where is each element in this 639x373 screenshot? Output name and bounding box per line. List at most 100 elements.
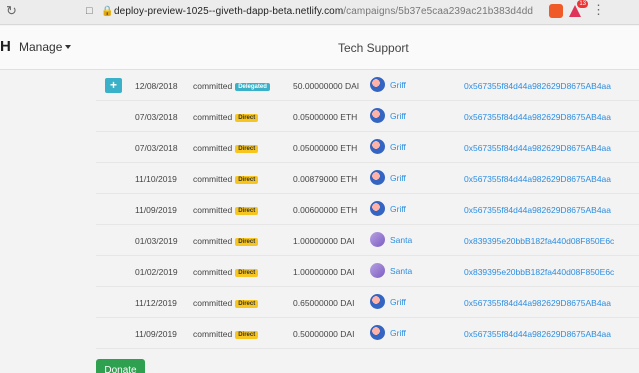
brave-shield-icon[interactable] — [549, 4, 563, 18]
donor-name: Griff — [390, 203, 406, 214]
avatar — [370, 139, 385, 154]
donor-address-link[interactable]: 0x567355f84d44a982629D8675AB4aa — [464, 81, 611, 91]
donation-type-badge: Direct — [235, 269, 259, 277]
table-row: 11/09/2019 committed Direct 0.50000000 DAI G… — [96, 318, 639, 349]
donation-type-badge: Direct — [235, 176, 259, 184]
donation-status: committed Direct — [193, 174, 259, 184]
donor-user[interactable]: Santa — [370, 232, 412, 247]
avatar — [370, 201, 385, 216]
donor-address-link[interactable]: 0x567355f84d44a982629D8675AB4aa — [464, 143, 611, 153]
avatar — [370, 232, 385, 247]
donor-address-link[interactable]: 0x567355f84d44a982629D8675AB4aa — [464, 298, 611, 308]
status-text: committed — [193, 81, 233, 91]
donation-type-badge: Direct — [235, 300, 259, 308]
table-row: +12/08/2018 committed Delegated 50.00000000… — [96, 70, 639, 101]
donation-amount: 0.00600000 ETH — [293, 205, 358, 215]
avatar — [370, 77, 385, 92]
donations-table: +12/08/2018 committed Delegated 50.00000000… — [96, 70, 639, 349]
donation-status: committed Direct — [193, 112, 259, 122]
url-host: deploy-preview-1025--giveth-dapp-beta.ne… — [114, 6, 344, 17]
donation-amount: 0.05000000 ETH — [293, 143, 358, 153]
donation-amount: 0.65000000 DAI — [293, 298, 355, 308]
extension-icon[interactable]: 13 — [568, 0, 588, 18]
donor-user[interactable]: Griff — [370, 325, 406, 340]
donation-date: 07/03/2018 — [135, 112, 178, 122]
donor-user[interactable]: Santa — [370, 263, 412, 278]
donation-type-badge: Direct — [235, 145, 259, 153]
bookmark-icon[interactable]: □ — [86, 5, 93, 17]
donor-address-link[interactable]: 0x567355f84d44a982629D8675AB4aa — [464, 205, 611, 215]
donation-date: 12/08/2018 — [135, 81, 178, 91]
donor-name: Santa — [390, 234, 413, 245]
donation-amount: 1.00000000 DAI — [293, 267, 355, 277]
donation-status: committed Direct — [193, 267, 259, 277]
donation-date: 11/10/2019 — [135, 174, 177, 184]
donor-name: Griff — [390, 110, 406, 121]
donor-user[interactable]: Griff — [370, 170, 406, 185]
avatar — [370, 294, 385, 309]
donation-amount: 0.00879000 ETH — [293, 174, 358, 184]
url-path: /campaigns/5b37e5caa239ac21b383d4dd — [343, 6, 534, 17]
donation-date: 11/12/2019 — [135, 298, 177, 308]
donation-type-badge: Delegated — [235, 83, 270, 91]
manage-label: Manage — [19, 40, 63, 54]
donor-name: Griff — [390, 327, 406, 338]
donor-address-link[interactable]: 0x839395e20bbB182fa440d08F850E6c — [464, 236, 614, 246]
donate-button[interactable]: Donate — [96, 359, 145, 373]
donor-name: Santa — [390, 265, 413, 276]
donation-type-badge: Direct — [235, 207, 259, 215]
avatar — [370, 263, 385, 278]
brand-logo[interactable]: H — [0, 38, 11, 55]
manage-dropdown[interactable]: Manage — [19, 40, 72, 54]
donation-date: 01/02/2019 — [135, 267, 178, 277]
donation-status: committed Direct — [193, 298, 259, 308]
donor-user[interactable]: Griff — [370, 294, 406, 309]
status-text: committed — [193, 205, 233, 215]
donation-status: committed Delegated — [193, 81, 270, 91]
table-row: 01/03/2019 committed Direct 1.00000000 DAI S… — [96, 225, 639, 256]
donor-name: Griff — [390, 141, 406, 152]
donor-user[interactable]: Griff — [370, 108, 406, 123]
status-text: committed — [193, 298, 233, 308]
donation-amount: 50.00000000 DAI — [293, 81, 360, 91]
donation-date: 01/03/2019 — [135, 236, 178, 246]
table-row: 07/03/2018 committed Direct 0.05000000 ETH G… — [96, 101, 639, 132]
donor-address-link[interactable]: 0x567355f84d44a982629D8675AB4aa — [464, 174, 611, 184]
avatar — [370, 170, 385, 185]
donor-name: Griff — [390, 172, 406, 183]
donation-status: committed Direct — [193, 329, 259, 339]
donation-amount: 0.50000000 DAI — [293, 329, 355, 339]
table-row: 01/02/2019 committed Direct 1.00000000 DAI S… — [96, 256, 639, 287]
status-text: committed — [193, 267, 233, 277]
donation-status: committed Direct — [193, 205, 259, 215]
expand-row-button[interactable]: + — [105, 78, 122, 93]
donation-status: committed Direct — [193, 236, 259, 246]
donor-user[interactable]: Griff — [370, 201, 406, 216]
donor-address-link[interactable]: 0x567355f84d44a982629D8675AB4aa — [464, 112, 611, 122]
table-row: 07/03/2018 committed Direct 0.05000000 ETH G… — [96, 132, 639, 163]
donor-address-link[interactable]: 0x839395e20bbB182fa440d08F850E6c — [464, 267, 614, 277]
donor-address-link[interactable]: 0x567355f84d44a982629D8675AB4aa — [464, 329, 611, 339]
donation-date: 11/09/2019 — [135, 329, 177, 339]
status-text: committed — [193, 236, 233, 246]
donor-user[interactable]: Griff — [370, 139, 406, 154]
donation-type-badge: Direct — [235, 238, 259, 246]
donation-type-badge: Direct — [235, 114, 259, 122]
donor-name: Griff — [390, 296, 406, 307]
status-text: committed — [193, 174, 233, 184]
table-row: 11/10/2019 committed Direct 0.00879000 ETH G… — [96, 163, 639, 194]
donation-amount: 1.00000000 DAI — [293, 236, 355, 246]
table-row: 11/09/2019 committed Direct 0.00600000 ETH G… — [96, 194, 639, 225]
app-header: H Manage Tech Support — [0, 26, 639, 70]
extension-badge: 13 — [577, 0, 588, 8]
page-title: Tech Support — [338, 41, 409, 55]
donor-user[interactable]: Griff — [370, 77, 406, 92]
menu-icon[interactable]: ⋮ — [592, 2, 605, 18]
reload-icon[interactable]: ↻ — [6, 3, 17, 19]
donor-name: Griff — [390, 79, 406, 90]
status-text: committed — [193, 112, 233, 122]
donation-date: 11/09/2019 — [135, 205, 177, 215]
table-row: 11/12/2019 committed Direct 0.65000000 DAI G… — [96, 287, 639, 318]
url-field[interactable]: deploy-preview-1025--giveth-dapp-beta.ne… — [114, 6, 533, 17]
caret-down-icon — [65, 45, 72, 49]
